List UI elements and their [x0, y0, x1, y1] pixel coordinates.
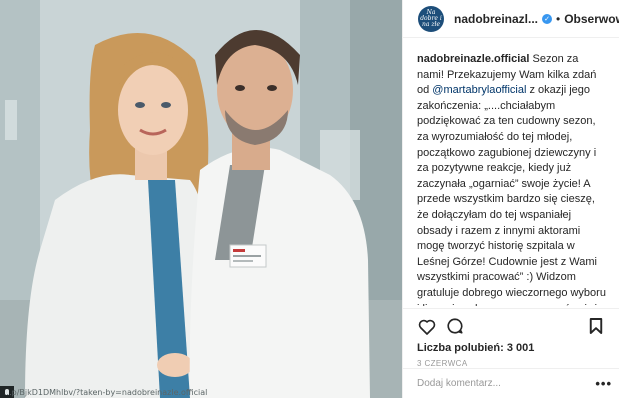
post-side-panel: Na dobre i na złe nadobreinazl... ✓ • Ob…: [402, 0, 619, 398]
post-actions: Liczba polubień: 3 001 3 CZERWCA: [403, 308, 619, 368]
verified-badge-icon: ✓: [542, 13, 553, 24]
photo-url-overlay: ...p/BjkD1DMhlbv/?taken-by=nadobreinazle…: [4, 388, 208, 397]
avatar[interactable]: Na dobre i na złe: [418, 5, 444, 32]
post-caption: nadobreinazle.official Sezon za nami! Pr…: [403, 38, 619, 306]
likes-label: Liczba polubień:: [417, 342, 507, 354]
comment-input[interactable]: [417, 378, 596, 389]
post-header: Na dobre i na złe nadobreinazl... ✓ • Ob…: [403, 0, 619, 38]
bookmark-icon[interactable]: [586, 316, 606, 336]
caption-mention-link[interactable]: @martabrylaofficial: [432, 84, 526, 96]
likes-count[interactable]: Liczba polubień: 3 001: [417, 342, 606, 354]
caption-text-body: z okazji jego zakończenia: „....chciałab…: [417, 84, 606, 306]
likes-number: 3 001: [506, 342, 535, 354]
action-icons-row: [417, 313, 606, 339]
header-separator: •: [556, 11, 561, 26]
header-username[interactable]: nadobreinazl...: [454, 12, 538, 26]
caption-mention-suffix: official: [495, 84, 527, 97]
comment-bar: •••: [403, 368, 619, 398]
post-photo[interactable]: ...p/BjkD1DMhlbv/?taken-by=nadobreinazle…: [0, 0, 402, 398]
caption-mention-handle: @martabryla: [432, 84, 496, 97]
avatar-logo-text: Na dobre i na złe: [420, 8, 442, 28]
heart-icon[interactable]: [417, 316, 437, 336]
caption-username[interactable]: nadobreinazle.official: [417, 53, 529, 65]
post-date[interactable]: 3 CZERWCA: [417, 359, 606, 368]
follow-button[interactable]: Obserwowanie: [564, 12, 619, 26]
comment-bubble-icon[interactable]: [445, 316, 465, 336]
more-options-icon[interactable]: •••: [595, 376, 612, 391]
post-photo-illustration: [0, 0, 402, 398]
